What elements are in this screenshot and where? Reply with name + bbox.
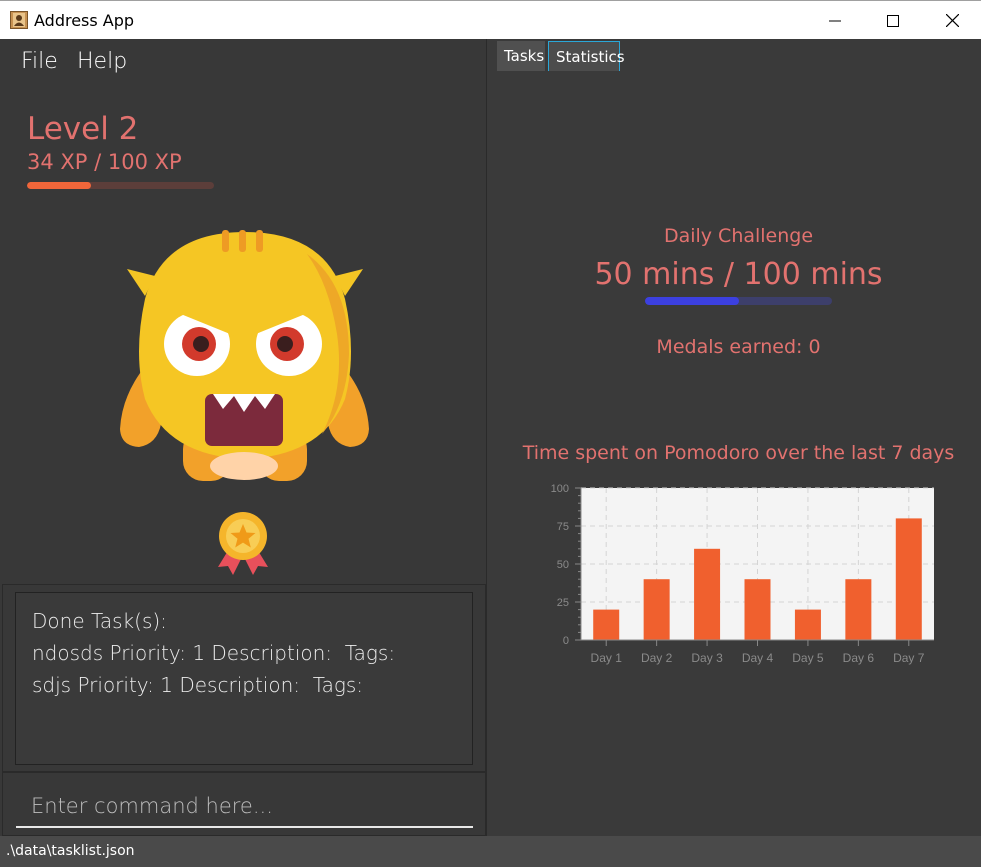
chart-ytick-label: 25 [557,597,569,609]
chart-ytick-label: 0 [563,635,569,647]
done-tasks-header: Done Task(s): [32,609,167,633]
level-title: Level 2 [27,111,139,147]
menu-help[interactable]: Help [77,49,127,74]
done-task-item: sdjs Priority: 1 Description: Tags: [32,673,364,697]
maximize-icon [887,14,899,27]
chart-bar [845,579,872,640]
app-window: Address App File Help Level 2 34 XP / 10… [0,0,981,867]
chart-title: Time spent on Pomodoro over the last 7 d… [522,442,955,464]
command-input[interactable] [16,785,473,828]
chart-xtick-label: Day 7 [893,651,925,665]
window-title: Address App [34,11,135,30]
daily-progress-bar [645,297,832,305]
daily-progress-fill [645,297,739,305]
medal-icon [218,512,268,575]
tab-tasks[interactable]: Tasks [497,41,545,71]
done-tasks-box: Done Task(s): ndosds Priority: 1 Descrip… [15,592,473,765]
tab-statistics[interactable]: Statistics [548,41,625,71]
status-path: .\data\tasklist.json [6,843,135,859]
chart-ytick-label: 50 [557,559,569,571]
chart-ytick-label: 75 [557,521,569,533]
medals-earned: Medals earned: 0 [656,336,821,358]
minimize-button[interactable] [806,1,864,40]
address-book-icon [10,11,28,29]
chart-xtick-label: Day 5 [792,651,824,665]
close-button[interactable] [923,1,981,40]
chart-xtick-label: Day 6 [843,651,875,665]
pomodoro-bar-chart: 0 25 50 75 100 Day 1 Day 2 Day 3 Day 4 Day 5 Day 6… [551,483,934,665]
chart-xtick-label: Day 4 [742,651,774,665]
chart-xtick-label: Day 1 [591,651,623,665]
chart-ytick-label: 100 [551,483,569,495]
chart-bar [794,609,821,640]
chart-bar [744,579,771,640]
daily-challenge-title: Daily Challenge [663,225,814,247]
chart-xtick-label: Day 2 [641,651,673,665]
monster-avatar-icon [120,230,369,481]
chart-xtick-label: Day 3 [691,651,723,665]
chart-bar [643,579,670,640]
left-panel: File Help Level 2 34 XP / 100 XP Done Ta… [0,39,487,836]
menu-file[interactable]: File [21,49,58,74]
right-panel: Tasks Statistics Daily Challenge 50 mins… [488,39,981,836]
chart-bar [895,518,922,640]
minimize-icon [829,20,841,21]
maximize-button[interactable] [864,1,922,40]
menu-bar: File Help [0,39,487,84]
chart-bar [593,609,620,640]
chart-bar [694,548,721,640]
close-icon [945,14,959,27]
daily-challenge-value: 50 mins / 100 mins [594,257,883,292]
xp-text: 34 XP / 100 XP [27,150,182,174]
status-bar: .\data\tasklist.json [0,836,981,867]
done-task-item: ndosds Priority: 1 Description: Tags: [32,641,396,665]
xp-progress-fill [27,182,91,189]
title-bar: Address App [0,0,981,39]
xp-progress-bar [27,182,214,189]
